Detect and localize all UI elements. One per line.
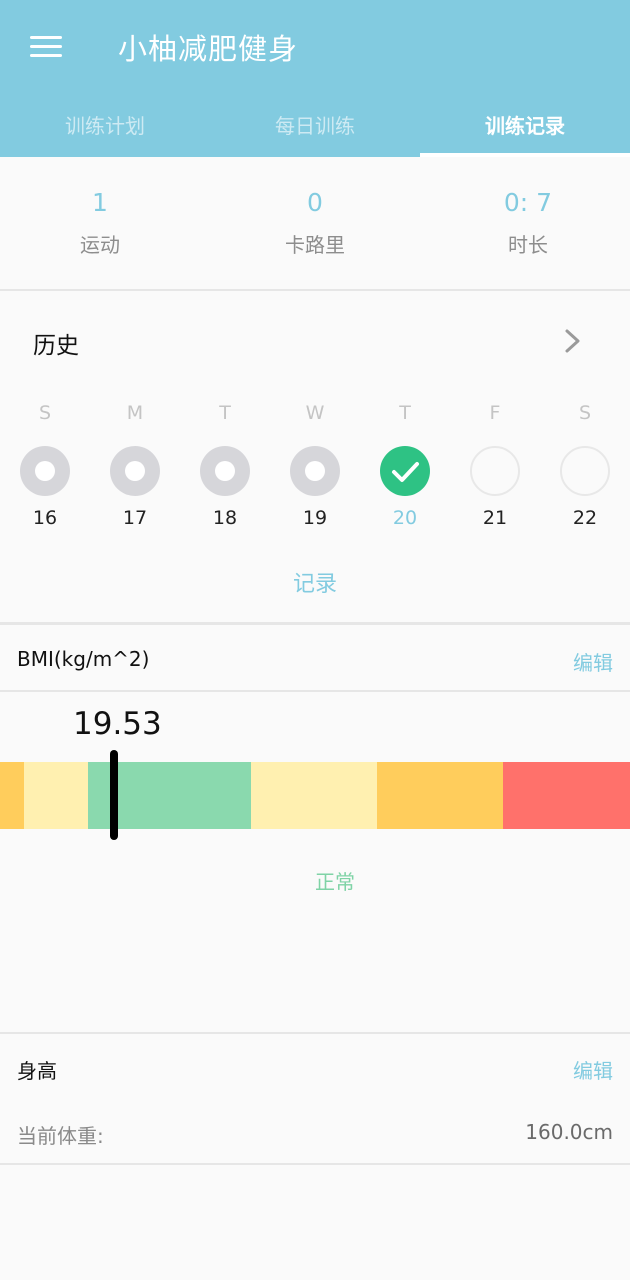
bmi-marker[interactable]: [110, 750, 118, 840]
day-status-icon: [560, 446, 610, 496]
bmi-status: 正常: [315, 870, 355, 894]
day-22[interactable]: S 22: [555, 402, 615, 529]
divider: [0, 289, 630, 291]
stat-calories-label: 卡路里: [285, 233, 345, 257]
day-status-icon: [290, 446, 340, 496]
tab-daily-training[interactable]: 每日训练: [210, 110, 420, 139]
day-letter: F: [489, 402, 501, 424]
history-title: 历史: [33, 333, 79, 359]
stat-duration: 0: 7 时长: [428, 188, 628, 258]
day-date: 16: [32, 507, 58, 529]
divider: [0, 690, 630, 692]
day-19[interactable]: W 19: [285, 402, 345, 529]
tab-indicator: [420, 153, 630, 157]
day-date: 17: [122, 507, 148, 529]
divider: [0, 1163, 630, 1165]
bmi-segment-obese: [377, 762, 503, 829]
bmi-segment-underweight-severe: [0, 762, 24, 829]
stat-exercise-label: 运动: [80, 233, 120, 257]
day-status-icon: [110, 446, 160, 496]
stat-duration-value: 0: 7: [503, 188, 553, 217]
bmi-title: BMI(kg/m^2): [17, 647, 150, 671]
bmi-segment-severe-obese: [503, 762, 630, 829]
day-date: 18: [212, 507, 238, 529]
app-title: 小柚减肥健身: [118, 32, 299, 66]
day-status-icon: [470, 446, 520, 496]
menu-icon[interactable]: [30, 36, 62, 58]
day-20[interactable]: T 20: [375, 402, 435, 529]
stat-exercise-value: 1: [92, 188, 108, 217]
bmi-segment-underweight: [24, 762, 88, 829]
height-edit-button[interactable]: 编辑: [573, 1055, 613, 1084]
day-date: 21: [482, 507, 508, 529]
bmi-segment-overweight: [251, 762, 377, 829]
divider: [0, 622, 630, 625]
day-letter: M: [126, 402, 144, 424]
chevron-right-icon[interactable]: [562, 328, 584, 354]
day-18[interactable]: T 18: [195, 402, 255, 529]
stat-duration-label: 时长: [508, 233, 548, 257]
stat-exercise: 1 运动: [0, 188, 200, 258]
day-16[interactable]: S 16: [15, 402, 75, 529]
tab-training-record[interactable]: 训练记录: [420, 110, 630, 139]
bmi-value: 19.53: [73, 706, 162, 742]
day-17[interactable]: M 17: [105, 402, 165, 529]
height-title: 身高: [17, 1059, 57, 1083]
day-letter: W: [305, 402, 325, 424]
bmi-edit-button[interactable]: 编辑: [573, 647, 613, 676]
tab-training-plan[interactable]: 训练计划: [0, 110, 210, 139]
day-letter: T: [219, 402, 231, 424]
day-letter: S: [578, 402, 592, 424]
day-date: 19: [302, 507, 328, 529]
record-link[interactable]: 记录: [0, 566, 630, 598]
stat-calories: 0 卡路里: [215, 188, 415, 258]
stat-calories-value: 0: [307, 188, 323, 217]
app-bar: 小柚减肥健身 训练计划 每日训练 训练记录: [0, 0, 630, 157]
day-21[interactable]: F 21: [465, 402, 525, 529]
day-status-icon: [200, 446, 250, 496]
weight-label: 当前体重:: [17, 1124, 104, 1148]
day-status-icon: [20, 446, 70, 496]
divider: [0, 1032, 630, 1034]
day-date: 20: [392, 507, 418, 529]
day-date: 22: [572, 507, 598, 529]
check-icon: [380, 446, 430, 496]
day-letter: S: [38, 402, 52, 424]
day-letter: T: [399, 402, 411, 424]
bmi-scale-bar: [0, 762, 630, 829]
weight-value: 160.0cm: [525, 1120, 613, 1144]
